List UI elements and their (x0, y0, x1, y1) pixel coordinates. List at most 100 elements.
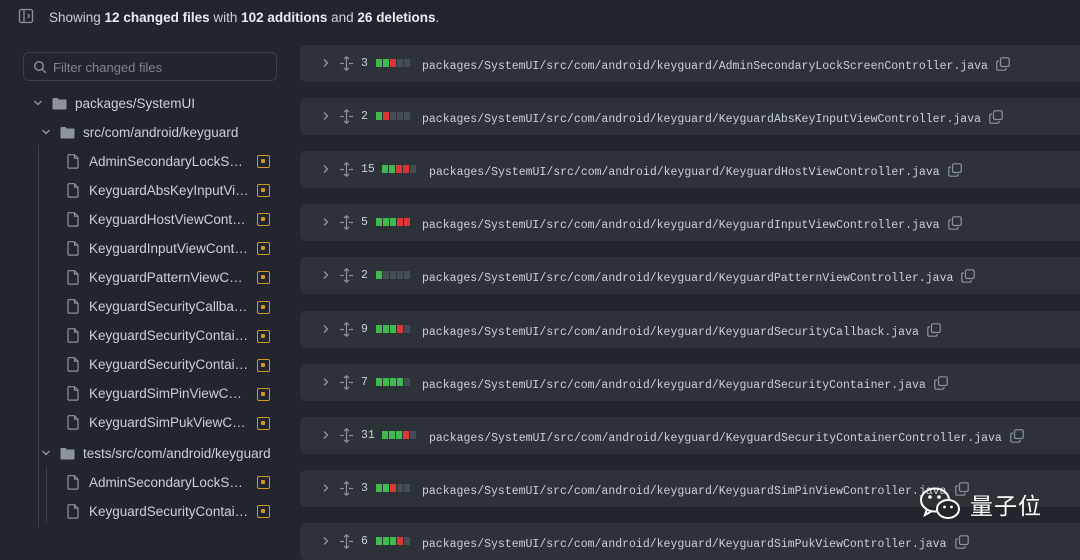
diffstat-square-add (382, 430, 388, 439)
diff-file-path[interactable]: packages/SystemUI/src/com/android/keygua… (422, 219, 940, 232)
toggle-file-tree-icon[interactable] (18, 8, 34, 24)
additions-count: 102 additions (241, 10, 328, 25)
tree-folder-src[interactable]: src/com/android/keyguard (41, 119, 238, 145)
chevron-right-icon[interactable] (321, 377, 331, 387)
tree-file-item[interactable]: KeyguardHostViewController.java (67, 206, 249, 232)
diffstat-square-del (396, 165, 402, 174)
modified-file-icon (257, 476, 270, 489)
expand-all-icon[interactable] (339, 427, 354, 443)
summary-suffix: . (435, 10, 440, 25)
tree-file-label: KeyguardSecurityContainer.java (89, 328, 249, 344)
chevron-right-icon[interactable] (321, 111, 331, 121)
expand-all-icon[interactable] (339, 215, 354, 231)
deletions-count: 26 deletions (357, 10, 436, 25)
modified-file-icon (257, 387, 270, 401)
diffstat-square-del (397, 218, 403, 227)
tree-file-item[interactable]: KeyguardSimPukViewController.java (67, 410, 249, 436)
diff-file-header[interactable]: 9 packages/SystemUI/src/com/android/keygu… (300, 310, 1080, 348)
tree-file-item[interactable]: KeyguardSecurityCallback.java (67, 294, 249, 320)
tree-file-item[interactable]: KeyguardInputViewController.java (67, 235, 249, 261)
file-icon (67, 328, 79, 343)
expand-all-icon[interactable] (339, 533, 354, 549)
chevron-right-icon[interactable] (321, 483, 331, 493)
diff-file-path[interactable]: packages/SystemUI/src/com/android/keygua… (429, 432, 1002, 445)
copy-icon[interactable] (961, 269, 976, 284)
expand-all-icon[interactable] (339, 480, 354, 496)
tree-file-item[interactable]: KeyguardSecurityContainerControllerTest.… (67, 498, 249, 524)
diffstat-bar (376, 112, 410, 121)
tree-file-item[interactable]: AdminSecondaryLockScreenController.java (67, 148, 249, 174)
copy-icon[interactable] (927, 322, 941, 337)
chevron-right-icon[interactable] (321, 217, 331, 227)
diffstat-square-neu (390, 271, 396, 280)
expand-all-icon[interactable] (339, 162, 354, 178)
diff-file-path[interactable]: packages/SystemUI/src/com/android/keygua… (422, 379, 926, 392)
expand-all-icon[interactable] (339, 268, 354, 284)
expand-all-icon[interactable] (339, 56, 354, 71)
diffstat-square-neu (410, 165, 416, 174)
tree-file-item[interactable]: KeyguardSecurityContainerController.java (67, 352, 249, 378)
diff-file-path[interactable]: packages/SystemUI/src/com/android/keygua… (422, 326, 919, 339)
chevron-right-icon[interactable] (321, 58, 331, 68)
expand-all-icon[interactable] (339, 321, 354, 337)
diff-file-header[interactable]: 15 packages/SystemUI/src/com/android/keyg… (300, 151, 1080, 189)
tree-file-label: KeyguardSimPukViewController.java (89, 415, 249, 431)
copy-icon[interactable] (933, 375, 948, 390)
chevron-down-icon (34, 100, 42, 106)
diff-file-path[interactable]: packages/SystemUI/src/com/android/keygua… (422, 113, 981, 126)
diff-file-header[interactable]: 3 packages/SystemUI/src/com/android/keygu… (300, 45, 1080, 82)
diff-file-header[interactable]: 5 packages/SystemUI/src/com/android/keygu… (300, 204, 1080, 242)
diffstat-square-add (390, 536, 396, 545)
file-icon (67, 299, 79, 314)
diff-file-path-row: packages/SystemUI/src/com/android/keygua… (422, 57, 1010, 73)
tree-file-label: KeyguardInputViewController.java (89, 240, 249, 256)
expand-all-icon[interactable] (339, 109, 354, 125)
modified-file-icon (257, 300, 270, 314)
diffstat-square-add (376, 536, 382, 545)
folder-icon (60, 126, 75, 138)
copy-icon[interactable] (996, 57, 1010, 71)
copy-icon[interactable] (947, 216, 962, 231)
diff-file-header[interactable]: 7 packages/SystemUI/src/com/android/keygu… (300, 363, 1080, 401)
tree-file-item[interactable]: KeyguardSecurityContainer.java (67, 323, 249, 349)
diffstat-square-add (376, 59, 382, 67)
expand-all-icon[interactable] (339, 374, 354, 390)
diffstat-square-neu (404, 112, 410, 121)
diffstat-bar (376, 536, 410, 545)
chevron-right-icon[interactable] (321, 430, 331, 440)
diff-file-header[interactable]: 31 packages/SystemUI/src/com/android/keyg… (300, 416, 1080, 454)
diff-file-path[interactable]: packages/SystemUI/src/com/android/keygua… (422, 60, 988, 73)
file-icon (67, 182, 79, 198)
diff-line-count: 5 (361, 216, 368, 230)
diff-file-path[interactable]: packages/SystemUI/src/com/android/keygua… (422, 485, 947, 498)
chevron-right-icon[interactable] (321, 270, 331, 280)
tree-folder-tests[interactable]: tests/src/com/android/keyguard (41, 440, 271, 466)
diff-file-header[interactable]: 2 packages/SystemUI/src/com/android/keygu… (300, 257, 1080, 295)
tree-file-item[interactable]: KeyguardAbsKeyInputViewController.java (67, 177, 249, 203)
diff-file-header[interactable]: 2 packages/SystemUI/src/com/android/keygu… (300, 98, 1080, 136)
diffstat-square-add (396, 430, 402, 439)
diffstat-square-add (390, 377, 396, 386)
diff-file-header[interactable]: 6 packages/SystemUI/src/com/android/keygu… (300, 522, 1080, 560)
diff-file-path[interactable]: packages/SystemUI/src/com/android/keygua… (422, 272, 953, 285)
copy-icon[interactable] (1009, 428, 1024, 443)
summary-prefix: Showing (49, 10, 105, 25)
tree-file-label: KeyguardSecurityContainerController.java (89, 357, 249, 373)
chevron-right-icon[interactable] (321, 324, 331, 334)
tree-file-item[interactable]: KeyguardSimPinViewController.java (67, 381, 249, 407)
tree-folder-packages-systemui[interactable]: packages/SystemUI (33, 90, 195, 116)
diff-file-path-row: packages/SystemUI/src/com/android/keygua… (422, 269, 976, 285)
tree-file-item[interactable]: AdminSecondaryLockScreenControllerTest.j… (67, 469, 249, 495)
copy-icon[interactable] (954, 535, 969, 549)
diffstat-square-del (383, 112, 389, 121)
diffstat-bar (376, 377, 410, 386)
copy-icon[interactable] (947, 163, 962, 177)
diff-file-path[interactable]: packages/SystemUI/src/com/android/keygua… (422, 538, 947, 551)
diffstat-square-neu (397, 271, 403, 280)
tree-file-item[interactable]: KeyguardPatternViewController.java (67, 264, 249, 290)
filter-changed-files-input[interactable] (53, 58, 268, 76)
diff-file-path[interactable]: packages/SystemUI/src/com/android/keygua… (429, 166, 940, 179)
copy-icon[interactable] (989, 110, 1003, 124)
chevron-right-icon[interactable] (321, 536, 331, 546)
chevron-right-icon[interactable] (321, 164, 331, 174)
